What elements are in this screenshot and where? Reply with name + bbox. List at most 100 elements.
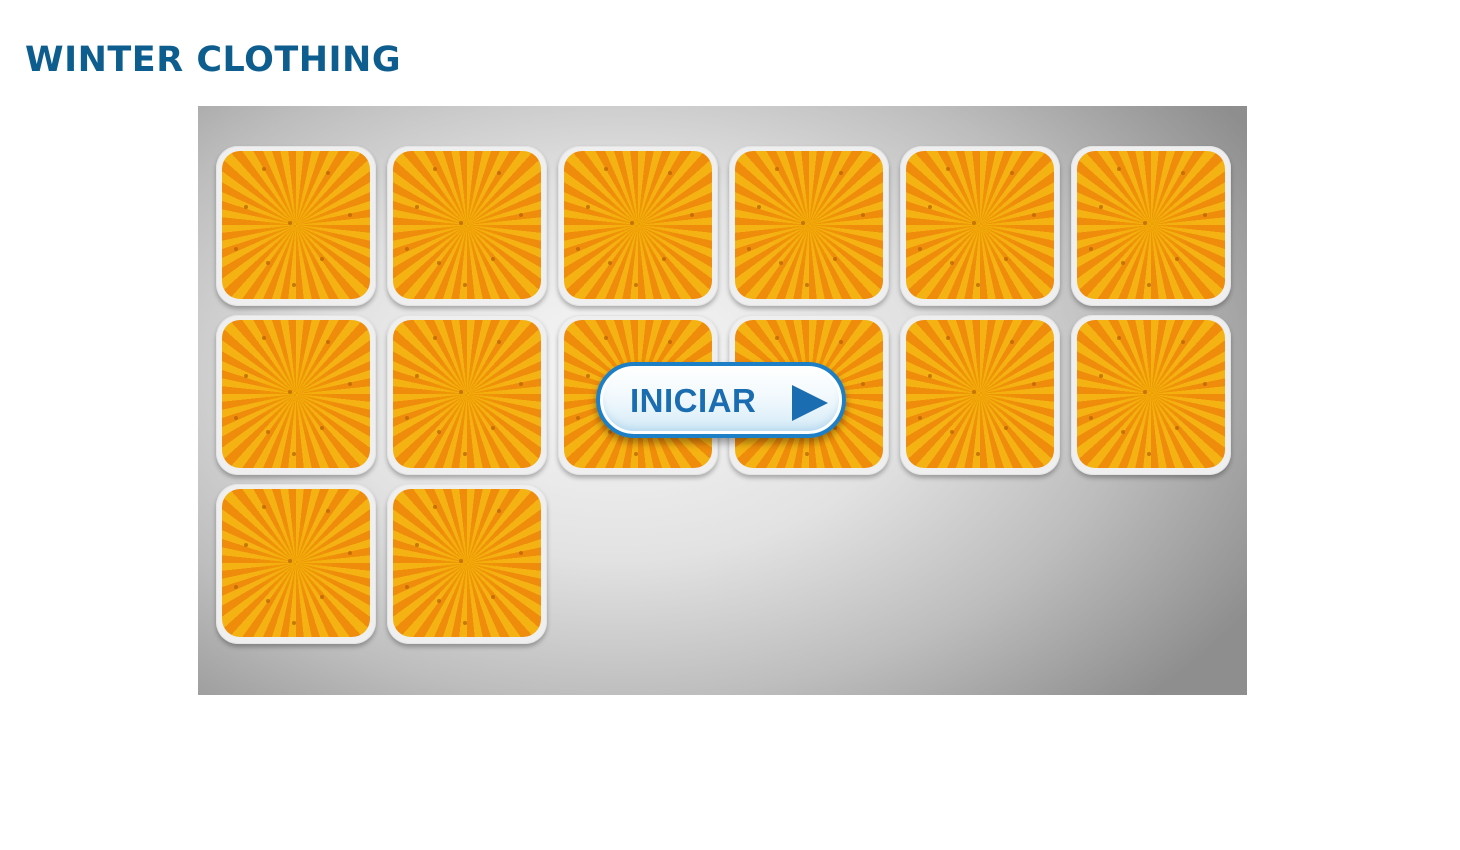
card-speckle — [1117, 167, 1121, 171]
card-speckle — [463, 283, 467, 287]
memory-card[interactable] — [900, 146, 1060, 306]
card-back-pattern — [1077, 320, 1225, 468]
card-speckle — [576, 247, 580, 251]
card-back-pattern — [393, 151, 541, 299]
memory-card[interactable] — [387, 484, 547, 644]
card-speckle — [348, 551, 352, 555]
card-speckle — [244, 543, 248, 547]
card-speckle — [437, 430, 441, 434]
card-speckle — [266, 261, 270, 265]
card-speckle — [634, 452, 638, 456]
card-speckle — [1147, 452, 1151, 456]
card-speckle — [1117, 336, 1121, 340]
card-back-pattern — [735, 151, 883, 299]
card-speckle — [415, 374, 419, 378]
card-back-pattern — [222, 489, 370, 637]
card-speckle — [497, 509, 501, 513]
start-button-label: INICIAR — [630, 382, 757, 419]
card-speckle — [805, 283, 809, 287]
card-speckle — [1143, 390, 1147, 394]
card-speckle — [244, 374, 248, 378]
card-speckle — [634, 283, 638, 287]
card-speckle — [1010, 171, 1014, 175]
card-speckle — [288, 559, 292, 563]
card-speckle — [1203, 213, 1207, 217]
memory-card[interactable] — [558, 146, 718, 306]
card-speckle — [604, 167, 608, 171]
card-speckle — [433, 505, 437, 509]
card-speckle — [405, 247, 409, 251]
card-speckle — [1099, 205, 1103, 209]
card-speckle — [839, 171, 843, 175]
memory-card[interactable] — [216, 146, 376, 306]
card-speckle — [1121, 261, 1125, 265]
card-speckle — [946, 336, 950, 340]
memory-card[interactable] — [387, 315, 547, 475]
card-speckle — [1004, 257, 1008, 261]
memory-card[interactable] — [900, 315, 1060, 475]
card-speckle — [972, 390, 976, 394]
card-speckle — [1032, 382, 1036, 386]
card-back-pattern — [564, 151, 712, 299]
card-speckle — [491, 257, 495, 261]
card-speckle — [491, 595, 495, 599]
card-speckle — [288, 390, 292, 394]
card-speckle — [262, 167, 266, 171]
card-back-pattern — [906, 320, 1054, 468]
card-speckle — [234, 585, 238, 589]
card-speckle — [805, 452, 809, 456]
card-speckle — [266, 430, 270, 434]
card-speckle — [405, 585, 409, 589]
card-speckle — [608, 261, 612, 265]
memory-card[interactable] — [729, 146, 889, 306]
card-speckle — [292, 621, 296, 625]
card-speckle — [405, 416, 409, 420]
card-speckle — [950, 261, 954, 265]
card-speckle — [1089, 416, 1093, 420]
card-speckle — [690, 213, 694, 217]
card-speckle — [1121, 430, 1125, 434]
card-speckle — [976, 452, 980, 456]
card-back-pattern — [1077, 151, 1225, 299]
card-speckle — [918, 247, 922, 251]
card-speckle — [459, 390, 463, 394]
card-back-pattern — [393, 320, 541, 468]
card-speckle — [348, 213, 352, 217]
card-speckle — [437, 261, 441, 265]
memory-card[interactable] — [1071, 315, 1231, 475]
start-button[interactable]: INICIAR — [596, 362, 846, 438]
card-speckle — [1032, 213, 1036, 217]
card-speckle — [1181, 171, 1185, 175]
card-speckle — [262, 505, 266, 509]
memory-card[interactable] — [216, 484, 376, 644]
card-speckle — [234, 416, 238, 420]
card-speckle — [320, 257, 324, 261]
memory-card[interactable] — [216, 315, 376, 475]
card-speckle — [288, 221, 292, 225]
memory-card[interactable] — [387, 146, 547, 306]
card-speckle — [320, 426, 324, 430]
card-speckle — [1181, 340, 1185, 344]
card-speckle — [1099, 374, 1103, 378]
memory-card[interactable] — [1071, 146, 1231, 306]
card-speckle — [326, 340, 330, 344]
card-speckle — [586, 374, 590, 378]
card-back-pattern — [222, 320, 370, 468]
card-speckle — [326, 171, 330, 175]
card-back-pattern — [222, 151, 370, 299]
card-speckle — [326, 509, 330, 513]
card-speckle — [463, 452, 467, 456]
card-speckle — [497, 171, 501, 175]
card-speckle — [1004, 426, 1008, 430]
card-speckle — [928, 374, 932, 378]
card-speckle — [586, 205, 590, 209]
card-speckle — [292, 452, 296, 456]
card-speckle — [972, 221, 976, 225]
card-speckle — [497, 340, 501, 344]
card-speckle — [262, 336, 266, 340]
card-speckle — [459, 221, 463, 225]
card-speckle — [946, 167, 950, 171]
card-speckle — [433, 167, 437, 171]
card-speckle — [437, 599, 441, 603]
card-speckle — [928, 205, 932, 209]
